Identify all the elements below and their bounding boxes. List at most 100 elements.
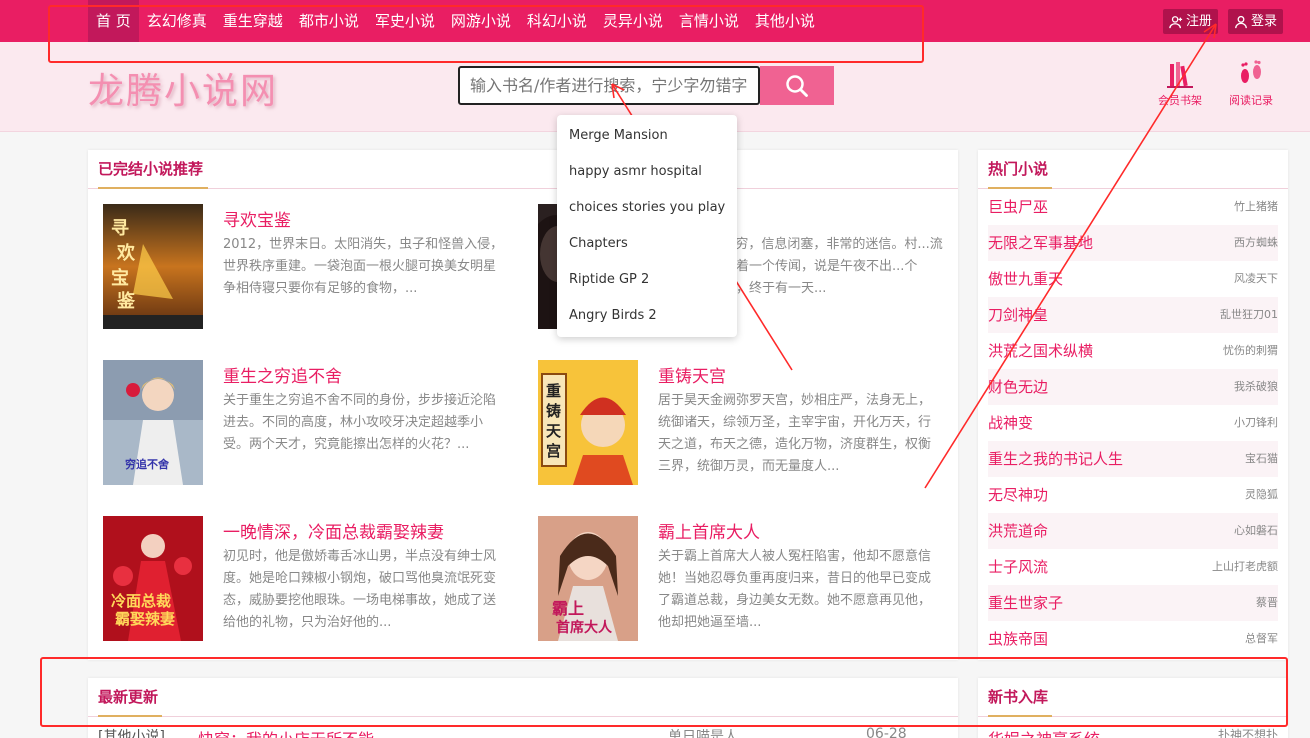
- bookshelf-icon: [1167, 62, 1193, 88]
- suggestion-item[interactable]: Riptide GP 2: [557, 262, 737, 298]
- hot-novel-name[interactable]: 巨虫尸巫: [988, 189, 1048, 225]
- search-input[interactable]: [458, 66, 760, 105]
- nav-home[interactable]: 首 页: [88, 0, 139, 42]
- hot-novel-name[interactable]: 傲世九重天: [988, 261, 1063, 297]
- history-link[interactable]: 阅读记录: [1229, 60, 1273, 108]
- hot-novel-name[interactable]: 刀剑神皇: [988, 297, 1048, 333]
- latest-category[interactable]: [其他小说]: [98, 726, 165, 738]
- login-label: 登录: [1250, 14, 1277, 29]
- hot-novel-name[interactable]: 虫族帝国: [988, 621, 1048, 657]
- list-item[interactable]: 巨虫尸巫 竹上猪猪: [988, 189, 1278, 225]
- list-item[interactable]: 战神变 小刀锋利: [988, 405, 1278, 441]
- suggestion-item[interactable]: Merge Mansion: [557, 118, 737, 154]
- book-cover[interactable]: 霸上 首席大人: [538, 516, 638, 641]
- hot-novel-name[interactable]: 无限之军事基地: [988, 225, 1093, 261]
- bookshelf-link[interactable]: 会员书架: [1158, 60, 1202, 108]
- title-underline: [988, 715, 1052, 717]
- svg-text:霸上: 霸上: [552, 599, 584, 618]
- nav-chongsheng[interactable]: 重生穿越: [215, 0, 291, 42]
- newbook-name[interactable]: 华娱之神豪系统: [988, 726, 1100, 738]
- list-item[interactable]: 无限之军事基地 西方蜘蛛: [988, 225, 1278, 261]
- suggestion-item[interactable]: choices stories you play: [557, 190, 737, 226]
- hot-novel-name[interactable]: 重生世家子: [988, 585, 1063, 621]
- hot-novel-author: 忧伤的刺猬: [1223, 344, 1278, 357]
- latest-title: 最新更新: [98, 688, 159, 706]
- list-item[interactable]: 重生世家子 蔡晋: [988, 585, 1278, 621]
- hot-novel-name[interactable]: 战神变: [988, 405, 1033, 441]
- suggestion-item[interactable]: Chapters: [557, 226, 737, 262]
- register-label: 注册: [1185, 14, 1212, 29]
- latest-name[interactable]: 快穿：我的小店无所不能: [198, 726, 374, 738]
- nav-yanqing[interactable]: 言情小说: [671, 0, 747, 42]
- table-row[interactable]: [其他小说] 快穿：我的小店无所不能 单日喵是人 06-28: [98, 726, 958, 738]
- user-icon: [1235, 15, 1247, 28]
- list-item[interactable]: 傲世九重天 风凌天下: [988, 261, 1278, 297]
- title-underline: [98, 187, 208, 189]
- hot-novel-name[interactable]: 士子风流: [988, 549, 1048, 585]
- hot-novel-author: 灵隐狐: [1245, 488, 1278, 501]
- suggestion-item[interactable]: happy asmr hospital: [557, 154, 737, 190]
- completed-title: 已完结小说推荐: [98, 160, 204, 178]
- login-button[interactable]: 登录: [1227, 9, 1283, 34]
- list-item[interactable]: 洪荒道命 心如磐石: [988, 513, 1278, 549]
- hot-novel-name[interactable]: 洪荒之国术纵横: [988, 333, 1093, 369]
- svg-text:欢: 欢: [116, 243, 136, 264]
- svg-text:宫: 宫: [546, 442, 561, 460]
- hot-panel: 热门小说 巨虫尸巫 竹上猪猪 无限之军事基地 西方蜘蛛 傲世九重天 风凌天下 刀剑神皇 乱世狂…: [978, 150, 1288, 660]
- register-button[interactable]: 注册: [1162, 9, 1218, 34]
- list-item[interactable]: 洪荒之国术纵横 忧伤的刺猬: [988, 333, 1278, 369]
- book-cover[interactable]: 寻欢宝鉴: [103, 204, 203, 329]
- search-button[interactable]: [760, 66, 834, 105]
- book-title[interactable]: 一晚情深，冷面总裁霸娶辣妻: [223, 518, 444, 543]
- list-item[interactable]: 重生之我的书记人生 宝石猫: [988, 441, 1278, 477]
- nav-lingyi[interactable]: 灵异小说: [595, 0, 671, 42]
- suggestion-item[interactable]: Angry Birds 2: [557, 298, 737, 334]
- user-add-icon: [1169, 15, 1183, 28]
- list-item[interactable]: 士子风流 上山打老虎额: [988, 549, 1278, 585]
- latest-date: 06-28: [866, 726, 907, 738]
- book-title[interactable]: 霸上首席大人: [658, 518, 760, 543]
- hot-novel-author: 竹上猪猪: [1234, 200, 1278, 213]
- bookshelf-label: 会员书架: [1158, 94, 1202, 107]
- list-item[interactable]: 无尽神功 灵隐狐: [988, 477, 1278, 513]
- hot-novel-name[interactable]: 重生之我的书记人生: [988, 441, 1123, 477]
- book-cover[interactable]: 穷追不舍: [103, 360, 203, 485]
- book-title[interactable]: 重铸天宫: [658, 362, 726, 387]
- hot-novel-author: 心如磐石: [1234, 524, 1278, 537]
- completed-panel: 已完结小说推荐 寻欢宝鉴 寻欢宝鉴 2012，世界末日。太阳消失，虫子和怪兽入侵…: [88, 150, 958, 660]
- site-logo[interactable]: 龙腾小说网: [88, 62, 278, 114]
- nav-account: 注册 登录: [1162, 9, 1283, 34]
- book-cover[interactable]: 冷面总裁 霸娶辣妻: [103, 516, 203, 641]
- hot-novel-author: 蔡晋: [1256, 596, 1278, 609]
- book-title[interactable]: 寻欢宝鉴: [223, 206, 291, 231]
- nav-junshi[interactable]: 军史小说: [367, 0, 443, 42]
- book-cover[interactable]: 重铸天宫: [538, 360, 638, 485]
- list-item[interactable]: 虫族帝国 总督军: [988, 621, 1278, 657]
- nav-wangyou[interactable]: 网游小说: [443, 0, 519, 42]
- hot-novel-author: 乱世狂刀01: [1220, 308, 1278, 321]
- svg-text:重: 重: [546, 382, 561, 400]
- divider: [88, 188, 958, 189]
- hot-novel-author: 我杀破狼: [1234, 380, 1278, 393]
- nav-qita[interactable]: 其他小说: [747, 0, 823, 42]
- svg-text:铸: 铸: [546, 402, 561, 420]
- search-icon: [786, 74, 808, 97]
- nav-xuanhuan[interactable]: 玄幻修真: [139, 0, 215, 42]
- nav-kehuan[interactable]: 科幻小说: [519, 0, 595, 42]
- book-desc: ...穷，信息闭塞，非常的迷信。村...流传着一个传闻，说是午夜不出...个邪，…: [723, 237, 943, 296]
- hot-novel-name[interactable]: 洪荒道命: [988, 513, 1048, 549]
- svg-text:穷追不舍: 穷追不舍: [125, 457, 170, 471]
- top-nav: 首 页 玄幻修真 重生穿越 都市小说 军史小说 网游小说 科幻小说 灵异小说 言…: [0, 0, 1310, 42]
- book-desc: 初见时，他是傲娇毒舌冰山男，半点没有绅士风度。她是呛口辣椒小钢炮，破口骂他臭流氓…: [223, 549, 497, 630]
- list-item[interactable]: 刀剑神皇 乱世狂刀01: [988, 297, 1278, 333]
- hot-novel-author: 风凌天下: [1234, 272, 1278, 285]
- list-item[interactable]: 财色无边 我杀破狼: [988, 369, 1278, 405]
- book-title[interactable]: 重生之穷追不舍: [223, 362, 342, 387]
- nav-items: 首 页 玄幻修真 重生穿越 都市小说 军史小说 网游小说 科幻小说 灵异小说 言…: [88, 0, 823, 42]
- nav-dushi[interactable]: 都市小说: [291, 0, 367, 42]
- hot-novel-name[interactable]: 财色无边: [988, 369, 1048, 405]
- table-row[interactable]: 华娱之神豪系统 扑神不想扑: [988, 726, 1278, 738]
- hot-novel-name[interactable]: 无尽神功: [988, 477, 1048, 513]
- book-desc: 关于霸上首席大人被人冤枉陷害，他却不愿意信她！当她忍辱负重再度归来，昔日的他早已…: [658, 549, 932, 630]
- svg-text:冷面总裁: 冷面总裁: [111, 592, 171, 610]
